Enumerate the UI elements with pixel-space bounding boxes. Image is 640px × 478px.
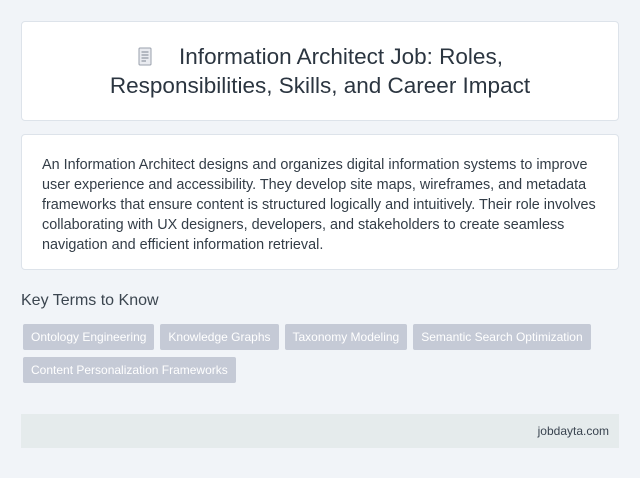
summary-card: An Information Architect designs and org…: [21, 134, 619, 270]
tag[interactable]: Content Personalization Frameworks: [23, 357, 236, 383]
tag[interactable]: Semantic Search Optimization: [413, 324, 591, 350]
key-terms-tags: Ontology Engineering Knowledge Graphs Ta…: [23, 324, 613, 383]
page-title-text: Information Architect Job: Roles, Respon…: [109, 44, 531, 98]
tag[interactable]: Ontology Engineering: [23, 324, 155, 350]
tag[interactable]: Knowledge Graphs: [160, 324, 279, 350]
footer: jobdayta.com: [21, 414, 619, 448]
footer-site-link[interactable]: jobdayta.com: [538, 424, 609, 438]
document-icon: [138, 47, 152, 66]
title-card: Information Architect Job: Roles, Respon…: [21, 21, 619, 121]
summary-text: An Information Architect designs and org…: [42, 157, 596, 253]
tag[interactable]: Taxonomy Modeling: [284, 324, 408, 350]
key-terms-heading: Key Terms to Know: [21, 292, 159, 309]
page-title: Information Architect Job: Roles, Respon…: [60, 42, 580, 100]
